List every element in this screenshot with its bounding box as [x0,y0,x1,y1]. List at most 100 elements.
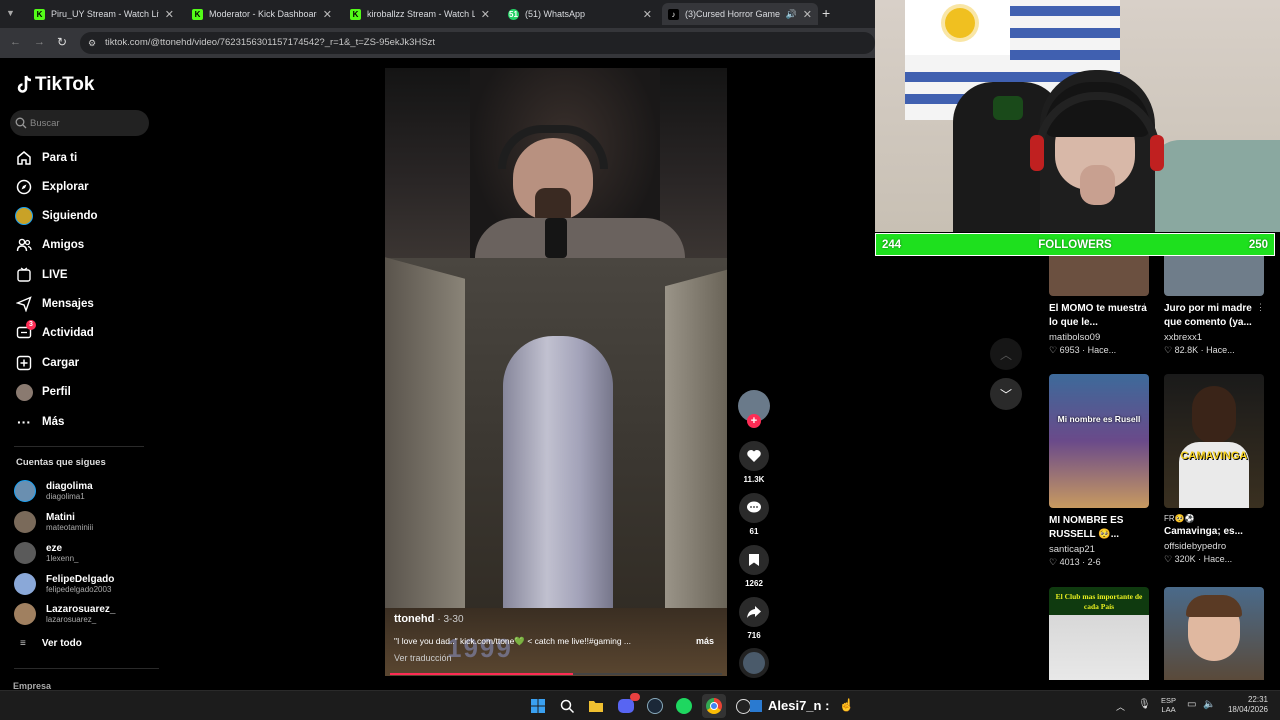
video-thumbnail[interactable]: Mi nombre es Rusell [1049,374,1149,508]
video-progress-track[interactable] [390,673,722,675]
back-icon[interactable]: ← [10,36,21,48]
avatar [14,542,36,564]
network-icon[interactable]: ▭ [1187,699,1196,710]
more-options-icon[interactable]: ⋮ [1140,302,1149,313]
recommended-video-5[interactable]: El Club mas importante de cada País [1049,587,1149,680]
comment-button[interactable]: 61 [737,493,771,536]
following-account-5[interactable]: Lazarosuarez_ lazarosuarez_ [14,603,115,625]
nav-cargar[interactable]: Cargar [14,352,79,374]
following-account-3[interactable]: eze 1lexenn_ [14,542,78,564]
live-icon [14,265,34,285]
next-video-button[interactable]: ﹀ [990,378,1022,410]
search-input[interactable]: Buscar [10,110,149,136]
tab-search-chevron-icon[interactable]: ▼ [6,8,20,22]
close-tab-icon[interactable]: ✕ [643,8,652,21]
profile-icon [14,382,34,402]
spotify-icon[interactable] [675,697,693,715]
windows-start-icon[interactable] [529,697,547,715]
nav-para-ti[interactable]: Para ti [14,147,77,169]
like-button[interactable]: 11.3K [737,441,771,484]
following-account-4[interactable]: FelipeDelgado felipedelgado2003 [14,573,114,595]
reload-icon[interactable]: ↻ [57,35,67,49]
video-thumbnail[interactable]: El Club mas importante de cada País [1049,587,1149,680]
new-tab-button[interactable]: + [822,5,830,21]
clock[interactable]: 22:31 18/04/2026 [1226,695,1268,715]
browser-tab-3[interactable]: K kiroballzz Stream - Watch Live o ✕ [344,3,496,25]
discord-icon[interactable] [617,693,640,715]
video-thumbnail[interactable]: CAMAVINGA [1164,374,1264,508]
search-icon[interactable] [558,697,576,715]
follow-plus-icon[interactable]: + [747,414,761,428]
recommended-video-6[interactable] [1164,587,1264,680]
chevron-up-icon[interactable]: ︿ [1116,700,1125,713]
nav-mensajes[interactable]: Mensajes [14,293,94,315]
share-button[interactable]: 716 [737,597,771,640]
file-explorer-icon[interactable] [587,697,605,715]
microphone-icon[interactable]: 🎙 [1138,699,1151,710]
recommended-user[interactable]: offsidebypedro [1164,541,1264,552]
author-avatar-button[interactable]: + [737,390,771,428]
headset-ear-right [1150,135,1164,171]
nav-mas[interactable]: ··· Más [14,411,64,433]
chrome-icon[interactable] [702,694,726,718]
see-all-button[interactable]: ≡ Ver todo [20,638,82,649]
close-tab-icon[interactable]: ✕ [481,8,490,21]
previous-video-button[interactable]: ︿ [990,338,1022,370]
video-thumbnail[interactable] [1049,256,1149,296]
language-indicator[interactable]: ESP LAA [1161,696,1176,714]
recommended-stats: 320K · Hace... [1174,554,1233,564]
volume-icon[interactable]: 🔈 [1203,699,1215,710]
url-field[interactable]: ⚙ tiktok.com/@ttonehd/video/762315630115… [80,32,875,54]
nav-explorar[interactable]: Explorar [14,176,89,198]
video-player[interactable]: 1999 ttonehd · 3-30 "I love you dad.." k… [385,68,727,676]
video-thumbnail[interactable] [1164,256,1264,296]
speaker-icon[interactable]: 🔊 [786,9,797,20]
music-disc-button[interactable] [737,648,771,678]
browser-tab-4[interactable]: 51 (51) WhatsApp ✕ [502,3,658,25]
nav-label: LIVE [42,269,68,281]
save-button[interactable]: 1262 [737,545,771,588]
account-name: FelipeDelgado [46,574,115,585]
following-account-2[interactable]: Matini mateotaminiii [14,511,93,533]
steam-icon[interactable] [646,697,664,715]
close-tab-icon[interactable]: ✕ [323,8,332,21]
site-info-icon[interactable]: ⚙ [88,32,96,54]
tiktok-logo[interactable]: TikTok [16,74,94,96]
following-account-1[interactable]: diagolima diagolima1 [14,480,93,502]
more-options-icon[interactable]: ⋮ [1256,302,1265,313]
windows-taskbar: Alesi7_n : ☝ ︿ 🎙 ESP LAA ▭ 🔈 22:31 18/04… [0,690,1280,720]
nav-live[interactable]: LIVE [14,264,68,286]
recommended-user[interactable]: xxbrexx1 [1164,332,1264,343]
close-tab-icon[interactable]: ✕ [165,8,174,21]
video-author[interactable]: ttonehd [394,613,434,625]
tab-title: (3)Cursed Horror Game Stre [685,9,780,19]
forward-icon[interactable]: → [34,36,45,48]
video-thumbnail[interactable] [1164,587,1264,680]
caption-more-button[interactable]: más [696,636,714,646]
nav-perfil[interactable]: Perfil [14,381,71,403]
nav-amigos[interactable]: Amigos [14,234,84,256]
nav-label: Amigos [42,239,85,251]
messages-icon [14,294,34,314]
flag-stripe [1010,50,1120,60]
browser-tab-5-active[interactable]: ♪ (3)Cursed Horror Game Stre 🔊 ✕ [662,3,818,25]
recommended-video-1[interactable]: El MOMO te muestra lo que le... matibols… [1049,256,1149,356]
recommended-video-3[interactable]: Mi nombre es Rusell MI NOMBRE ES RUSSELL… [1049,374,1149,568]
recommended-user[interactable]: matibolso09 [1049,332,1149,343]
close-tab-icon[interactable]: ✕ [803,8,812,21]
more-icon: ··· [17,414,31,430]
browser-tab-2[interactable]: K Moderator - Kick Dashboard ✕ [186,3,338,25]
streamer-webcam-area [385,68,727,258]
nav-actividad[interactable]: 3 Actividad [14,320,94,344]
translate-button[interactable]: Ver traducción [394,653,452,663]
followers-label: FOLLOWERS [1038,238,1112,251]
video-author-row[interactable]: ttonehd · 3-30 [394,613,464,625]
recommended-video-2[interactable]: Juro por mi madre que comento (ya... xxb… [1164,256,1264,356]
account-name: Lazarosuarez_ [46,604,116,615]
nav-siguiendo[interactable]: Siguiendo [14,205,98,227]
recommended-video-4[interactable]: CAMAVINGA FR🥺⚽ Camavinga; es... offsideb… [1164,374,1264,565]
recommended-user[interactable]: santicap21 [1049,544,1149,555]
browser-tab-1[interactable]: K Piru_UY Stream - Watch Live on ✕ [28,3,180,25]
app-icon[interactable] [749,697,763,715]
kick-icon: K [350,8,361,20]
